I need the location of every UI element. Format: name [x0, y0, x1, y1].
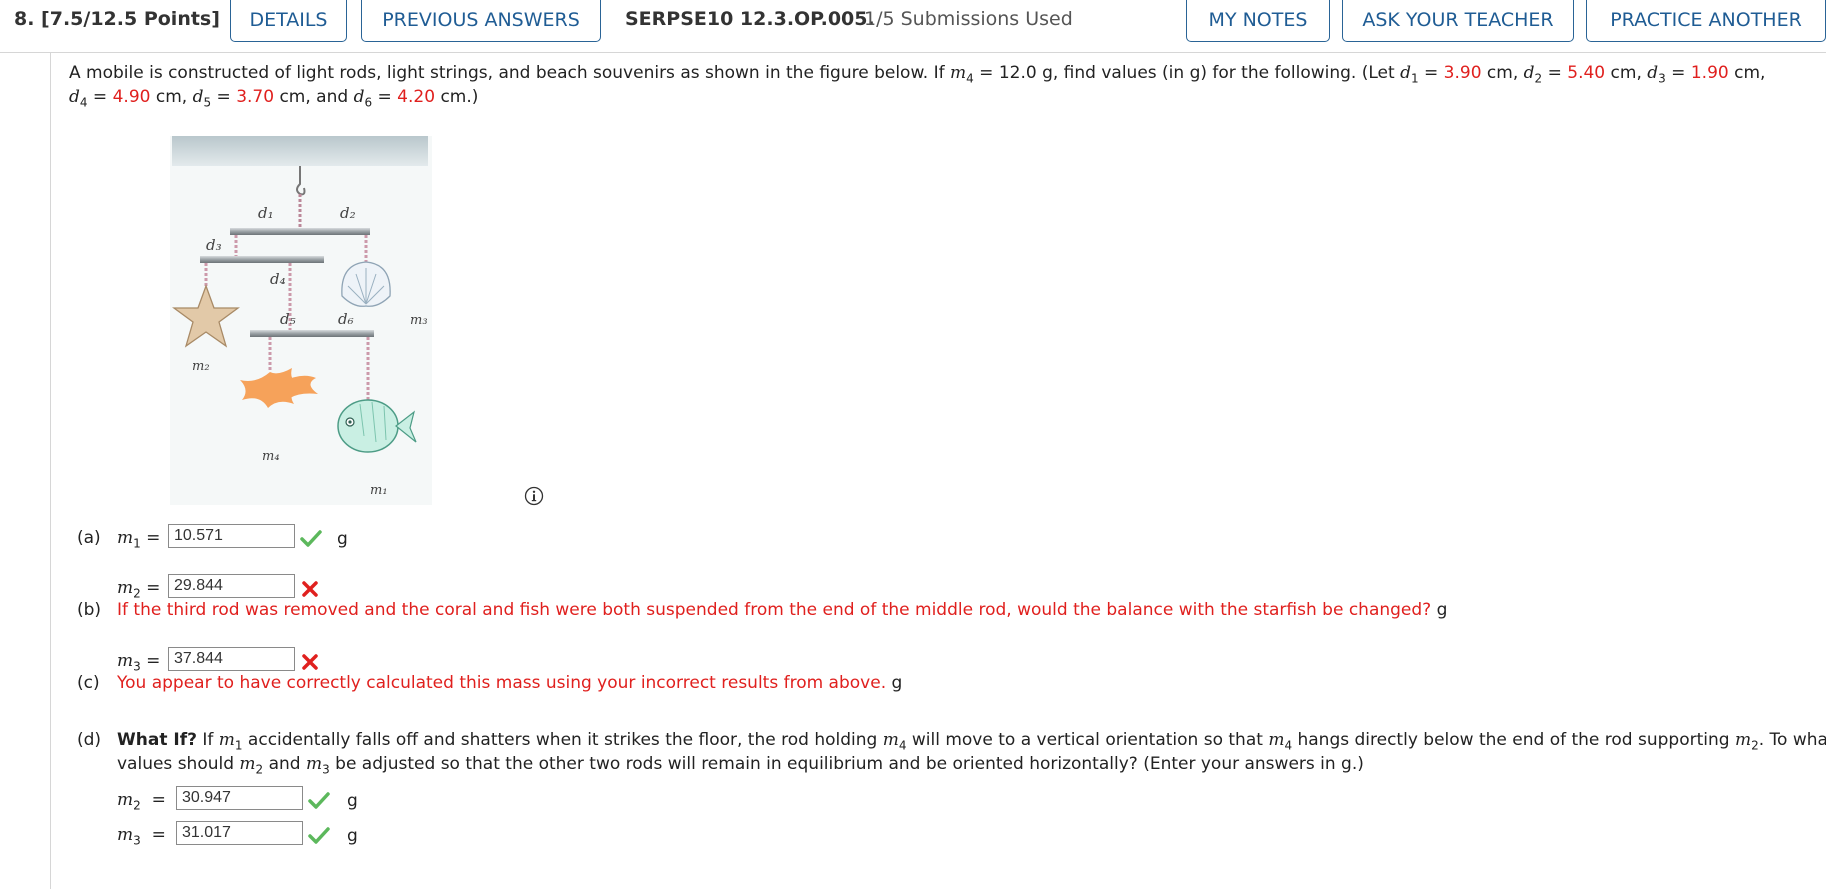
info-icon[interactable]: [524, 486, 544, 506]
part-d-m2-unit: g: [347, 791, 358, 811]
m1-answer-input[interactable]: [168, 524, 295, 548]
question-header: 8. [7.5/12.5 Points] DETAILS PREVIOUS AN…: [0, 0, 1826, 53]
fig-label-d6: d₆: [338, 310, 354, 328]
correct-check-icon: [300, 530, 322, 547]
part-d-m2-input[interactable]: [176, 786, 303, 810]
ceiling: [172, 136, 428, 166]
bottom-rod: [250, 330, 374, 337]
practice-another-button[interactable]: PRACTICE ANOTHER: [1586, 0, 1826, 42]
d4-value: 4.90: [112, 87, 151, 107]
part-b-feedback-line: If the third rod was removed and the cor…: [117, 600, 1448, 620]
middle-rod: [200, 256, 324, 263]
fig-label-d4: d₄: [270, 270, 286, 288]
fig-label-d3: d₃: [206, 236, 222, 254]
fig-label-m2: m₂: [192, 359, 210, 374]
content-left-border: [50, 53, 51, 889]
my-notes-button[interactable]: MY NOTES: [1186, 0, 1330, 42]
ask-teacher-button[interactable]: ASK YOUR TEACHER: [1342, 0, 1574, 42]
part-d-m3-unit: g: [347, 826, 358, 846]
part-a-variable: m1 =: [117, 528, 161, 551]
fig-label-d2: d₂: [340, 204, 356, 222]
d6-value: 4.20: [397, 87, 436, 107]
fig-label-d5: d₅: [280, 310, 296, 328]
part-d-m2-variable: m2 =: [117, 790, 166, 813]
question-number: 8. [7.5/12.5 Points]: [14, 8, 220, 30]
d5-value: 3.70: [236, 87, 275, 107]
part-d-question-line-2: values should m2 and m3 be adjusted so t…: [117, 754, 1364, 777]
d2-value: 5.40: [1567, 63, 1606, 83]
part-c-feedback-line: You appear to have correctly calculated …: [117, 673, 903, 693]
submissions-used: 1/5 Submissions Used: [864, 8, 1073, 30]
part-d-label: (d): [77, 730, 102, 750]
incorrect-x-icon: [302, 581, 318, 597]
part-d-m3-input[interactable]: [176, 821, 303, 845]
details-button[interactable]: DETAILS: [230, 0, 347, 42]
fig-label-d1: d₁: [258, 204, 274, 222]
fig-label-m3: m₃: [410, 313, 428, 328]
part-b-feedback: If the third rod was removed and the cor…: [117, 600, 1432, 620]
part-a-unit: g: [337, 529, 348, 549]
incorrect-x-icon: [302, 654, 318, 670]
fig-label-m1: m₁: [370, 483, 388, 498]
correct-check-icon: [308, 792, 330, 809]
d1-value: 3.90: [1443, 63, 1482, 83]
part-c-feedback: You appear to have correctly calculated …: [117, 673, 887, 693]
m2-answer-input[interactable]: [168, 574, 295, 598]
fig-label-m4: m₄: [262, 449, 280, 464]
top-rod: [230, 228, 370, 235]
part-d-m3-variable: m3 =: [117, 825, 166, 848]
seashell-m3: [341, 261, 391, 307]
part-a-label: (a): [77, 528, 101, 548]
d3-value: 1.90: [1690, 63, 1729, 83]
m3-answer-input[interactable]: [168, 647, 295, 671]
correct-check-icon: [308, 827, 330, 844]
part-b-label: (b): [77, 600, 102, 620]
previous-answers-button[interactable]: PREVIOUS ANSWERS: [361, 0, 601, 42]
part-c-label: (c): [77, 673, 100, 693]
problem-statement-line-2: d4 = 4.90 cm, d5 = 3.70 cm, and d6 = 4.2…: [69, 87, 479, 110]
mobile-figure: d₁ d₂ d₃ d₄ d₅ d₆ m₃ m₂ m₄ m₁: [170, 136, 432, 505]
problem-code: SERPSE10 12.3.OP.005.: [625, 8, 875, 30]
